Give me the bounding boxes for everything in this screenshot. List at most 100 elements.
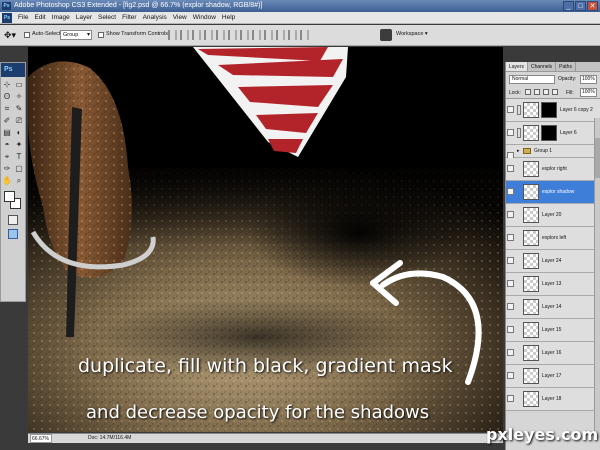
layer-row[interactable]: Layer 17: [506, 365, 600, 388]
visibility-eye-icon[interactable]: [507, 349, 514, 356]
toolbox-ps-badge: Ps: [1, 63, 25, 77]
menu-analysis[interactable]: Analysis: [140, 14, 170, 21]
visibility-eye-icon[interactable]: [507, 257, 514, 264]
foreground-color-swatch[interactable]: [4, 191, 15, 202]
align-top-icon[interactable]: [168, 30, 177, 40]
menu-layer[interactable]: Layer: [73, 14, 95, 21]
align-hcenter-icon[interactable]: [216, 30, 225, 40]
group-expand-icon[interactable]: ▸: [517, 148, 520, 154]
layer-row[interactable]: Layer 14: [506, 296, 600, 319]
tab-channels[interactable]: Channels: [528, 62, 557, 71]
visibility-eye-icon[interactable]: [507, 188, 514, 195]
visibility-eye-icon[interactable]: [507, 326, 514, 333]
minimize-button[interactable]: _: [563, 1, 574, 11]
menu-filter[interactable]: Filter: [119, 14, 139, 21]
lock-all-icon[interactable]: [552, 89, 558, 95]
menu-select[interactable]: Select: [95, 14, 119, 21]
layer-mask-thumbnail[interactable]: [541, 102, 557, 118]
scrollbar-thumb[interactable]: [595, 138, 600, 178]
close-button[interactable]: ✕: [587, 1, 598, 11]
visibility-eye-icon[interactable]: [507, 395, 514, 402]
zoom-field[interactable]: 66.67%: [30, 434, 52, 443]
layer-row[interactable]: Layer 6 copy 2: [506, 99, 600, 122]
bridge-icon[interactable]: [380, 29, 392, 41]
align-vcenter-icon[interactable]: [180, 30, 189, 40]
distribute-bottom-icon[interactable]: [264, 30, 273, 40]
workspace-menu[interactable]: Workspace ▾: [396, 31, 428, 37]
layer-row[interactable]: Layer 16: [506, 342, 600, 365]
healing-brush-icon[interactable]: ✐: [1, 115, 13, 126]
maximize-button[interactable]: □: [575, 1, 586, 11]
layer-row[interactable]: Layer 20: [506, 204, 600, 227]
align-left-icon[interactable]: [204, 30, 213, 40]
stamp-icon[interactable]: ▤: [1, 127, 13, 138]
lock-transparency-icon[interactable]: [525, 89, 531, 95]
eraser-icon[interactable]: ◓: [1, 139, 13, 150]
visibility-eye-icon[interactable]: [507, 129, 514, 136]
move-icon[interactable]: ⊹: [1, 79, 13, 90]
type-icon[interactable]: T: [13, 151, 25, 162]
gradient-icon[interactable]: ✦: [13, 139, 25, 150]
visibility-eye-icon[interactable]: [507, 303, 514, 310]
magic-wand-icon[interactable]: ✧: [13, 91, 25, 102]
auto-select-checkbox[interactable]: [24, 32, 30, 38]
tab-paths[interactable]: Paths: [556, 62, 576, 71]
menu-image[interactable]: Image: [49, 14, 73, 21]
brush-icon[interactable]: ⎚: [13, 115, 25, 126]
tab-layers[interactable]: Layers: [506, 62, 529, 71]
visibility-eye-icon[interactable]: [507, 234, 514, 241]
slice-icon[interactable]: ✎: [13, 103, 25, 114]
layer-row[interactable]: Layer 6: [506, 122, 600, 145]
dodge-icon[interactable]: ⌖: [1, 151, 13, 162]
lasso-icon[interactable]: ʘ: [1, 91, 13, 102]
distribute-left-icon[interactable]: [276, 30, 285, 40]
layer-row[interactable]: Layer 18: [506, 388, 600, 411]
marquee-icon[interactable]: ▭: [13, 79, 25, 90]
layer-thumbnail: [523, 125, 539, 141]
layer-mask-thumbnail[interactable]: [541, 125, 557, 141]
distribute-hcenter-icon[interactable]: [288, 30, 297, 40]
pen-icon[interactable]: ✑: [1, 163, 13, 174]
auto-select-dropdown[interactable]: Group: [60, 30, 92, 40]
document-canvas[interactable]: duplicate, fill with black, gradient mas…: [28, 47, 503, 432]
history-brush-icon[interactable]: ◐: [13, 127, 25, 138]
menu-view[interactable]: View: [170, 14, 190, 21]
menu-file[interactable]: File: [15, 14, 31, 21]
distribute-top-icon[interactable]: [240, 30, 249, 40]
status-bar: 66.67% Doc: 14.7M/116.4M: [28, 433, 503, 443]
distribute-right-icon[interactable]: [300, 30, 309, 40]
menu-edit[interactable]: Edit: [31, 14, 48, 21]
layer-row[interactable]: Layer 24: [506, 250, 600, 273]
visibility-eye-icon[interactable]: [507, 372, 514, 379]
layer-group-row[interactable]: ▸ Group 1: [506, 145, 600, 159]
align-bottom-icon[interactable]: [192, 30, 201, 40]
menu-help[interactable]: Help: [219, 14, 238, 21]
lock-position-icon[interactable]: [543, 89, 549, 95]
show-transform-checkbox[interactable]: [98, 32, 104, 38]
distribute-vcenter-icon[interactable]: [252, 30, 261, 40]
move-tool-icon[interactable]: ✥▾: [4, 30, 20, 41]
opacity-field[interactable]: 100%: [580, 75, 597, 84]
fill-field[interactable]: 100%: [580, 88, 597, 97]
quick-mask-icon[interactable]: [8, 215, 18, 225]
layer-row[interactable]: explorx left: [506, 227, 600, 250]
layer-row[interactable]: explor right: [506, 158, 600, 181]
layers-scrollbar[interactable]: [594, 118, 600, 438]
align-right-icon[interactable]: [228, 30, 237, 40]
shape-icon[interactable]: ▢: [13, 163, 25, 174]
blend-mode-dropdown[interactable]: Normal: [509, 75, 555, 84]
visibility-eye-icon[interactable]: [507, 211, 514, 218]
visibility-eye-icon[interactable]: [507, 165, 514, 172]
menu-window[interactable]: Window: [190, 14, 219, 21]
hand-icon[interactable]: ✋: [1, 175, 13, 186]
zoom-icon[interactable]: ⌕: [13, 175, 25, 186]
screen-mode-icon[interactable]: [8, 229, 18, 239]
crop-icon[interactable]: ⌗: [1, 103, 13, 114]
layer-row[interactable]: explor shadow: [506, 181, 600, 204]
layer-row[interactable]: Layer 15: [506, 319, 600, 342]
visibility-eye-icon[interactable]: [507, 106, 514, 113]
layer-thumbnail: [523, 184, 539, 200]
layer-row[interactable]: Layer 13: [506, 273, 600, 296]
lock-pixels-icon[interactable]: [534, 89, 540, 95]
visibility-eye-icon[interactable]: [507, 280, 514, 287]
